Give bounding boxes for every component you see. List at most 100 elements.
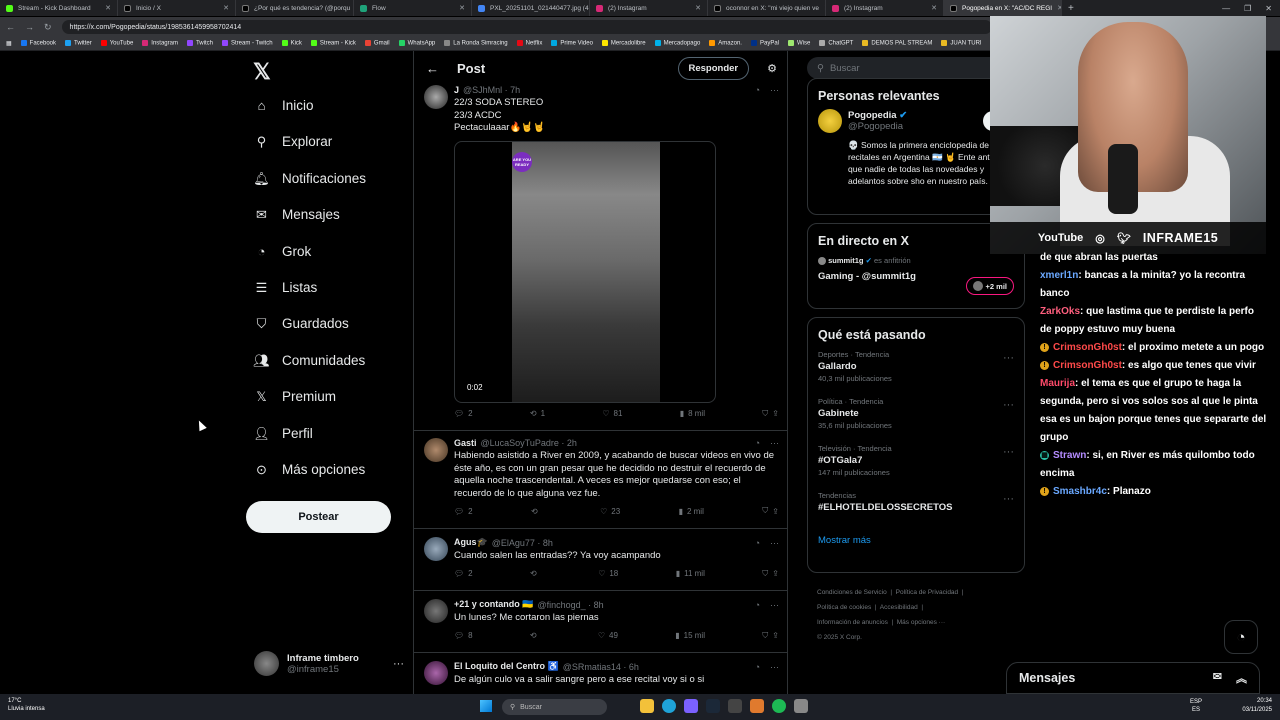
nav-item-notificaciones[interactable]: 🔔︎ Notificaciones: [253, 171, 366, 187]
share-icon[interactable]: ⇪: [772, 631, 779, 640]
browser-tab[interactable]: Stream - Kick Dashboard ✕: [0, 0, 118, 16]
nav-item-explorar[interactable]: ⚲ Explorar: [254, 134, 333, 150]
nav-item-grok[interactable]: ◔ Grok: [254, 244, 312, 259]
like-action[interactable]: ♡ 81: [602, 409, 622, 418]
minimize-icon[interactable]: —: [1222, 4, 1230, 13]
close-icon[interactable]: ✕: [105, 4, 111, 12]
bookmark-item[interactable]: Netflix: [516, 40, 542, 47]
forward-icon[interactable]: →: [25, 22, 34, 32]
bookmark-item[interactable]: YouTube: [100, 40, 133, 47]
steam-icon[interactable]: [706, 699, 720, 713]
nav-item-mas-opciones[interactable]: ⊙ Más opciones: [254, 462, 365, 478]
bookmark-item[interactable]: Stream - Kick: [310, 40, 356, 47]
messages-drawer[interactable]: Mensajes ✉ ︽: [1006, 662, 1260, 694]
share-icon[interactable]: ⇪: [772, 409, 779, 418]
avatar[interactable]: [424, 438, 448, 462]
more-icon[interactable]: ···: [770, 600, 779, 610]
retweet-action[interactable]: ⟲: [531, 507, 542, 516]
browser-tab-active[interactable]: Pogopedia en X: "AC/DC REGI✕: [944, 0, 1062, 16]
share-icon[interactable]: ⇪: [772, 507, 779, 516]
more-icon[interactable]: ···: [770, 438, 779, 448]
bookmark-item[interactable]: DEMOS PAL STREAM: [862, 40, 932, 47]
bookmark-action[interactable]: ⛉ ⇪: [762, 409, 779, 419]
start-icon[interactable]: [480, 700, 492, 712]
grok-icon[interactable]: ◔: [755, 538, 760, 548]
share-icon[interactable]: ⇪: [772, 569, 779, 578]
close-icon[interactable]: ✕: [459, 4, 465, 12]
footer-link[interactable]: Política de Privacidad: [896, 589, 959, 596]
browser-tab[interactable]: Flow ✕: [354, 0, 472, 16]
bookmark-item[interactable]: Stream - Twitch: [221, 40, 273, 47]
language-indicator[interactable]: ESP ES: [1190, 698, 1202, 714]
trend-item[interactable]: Tendencias #ELHOTELDELOSSECRETOS ···: [818, 491, 1014, 513]
like-action[interactable]: ♡ 23: [600, 507, 620, 516]
views-action[interactable]: ▮ 11 mil: [676, 569, 705, 578]
footer-link[interactable]: Accesibilidad: [880, 604, 918, 611]
account-switcher[interactable]: Inframe timbero @inframe15 ···: [254, 651, 404, 676]
nav-item-inicio[interactable]: ⌂ Inicio: [254, 98, 314, 113]
browser-tab[interactable]: PXL_20251101_021440477.jpg (4✕: [472, 0, 590, 16]
grok-icon[interactable]: ◔: [755, 85, 760, 95]
back-icon[interactable]: ←: [6, 22, 15, 32]
like-action[interactable]: ♡ 18: [598, 569, 618, 578]
footer-link[interactable]: Más opciones ···: [897, 619, 945, 626]
spotify-icon[interactable]: [772, 699, 786, 713]
bookmark-action[interactable]: ⛉ ⇪: [762, 569, 779, 579]
reply-tweet[interactable]: Agus🎓 @ElAgu77 · 8h ◔ ··· Cuando salen las …: [414, 529, 787, 591]
footer-link[interactable]: Información de anuncios: [817, 619, 888, 626]
close-window-icon[interactable]: ✕: [1265, 4, 1272, 13]
close-icon[interactable]: ✕: [931, 4, 937, 12]
x-logo-icon[interactable]: 𝕏: [253, 59, 271, 85]
bookmark-item[interactable]: Mercadolibre: [601, 40, 646, 47]
reply-tweet[interactable]: Gasti @LucaSoyTuPadre · 2h ◔ ··· Habiendo a…: [414, 431, 787, 529]
clock[interactable]: 20:34 03/11/2025: [1242, 697, 1272, 715]
nav-item-premium[interactable]: 𝕏 Premium: [254, 389, 336, 405]
trend-item[interactable]: Deportes · Tendencia Gallardo 40,3 mil pub…: [818, 350, 1014, 383]
more-icon[interactable]: ···: [393, 658, 404, 670]
url-input[interactable]: https://x.com/Pogopedia/status/198536145…: [61, 20, 992, 34]
nav-item-guardados[interactable]: ⛉ Guardados: [254, 316, 349, 332]
reply-action[interactable]: 💬︎ 8: [454, 631, 473, 640]
views-action[interactable]: ▮ 15 mil: [675, 631, 705, 640]
reply-action[interactable]: 💬︎ 2: [454, 507, 473, 516]
retweet-action[interactable]: ⟲: [530, 631, 541, 640]
avatar[interactable]: [424, 599, 448, 623]
close-icon[interactable]: ✕: [223, 4, 229, 12]
app-icon[interactable]: [750, 699, 764, 713]
nav-item-listas[interactable]: ☰ Listas: [254, 280, 318, 296]
profile-name[interactable]: Pogopedia: [848, 110, 897, 121]
bookmark-item[interactable]: Amazon.: [709, 40, 742, 47]
bookmark-item[interactable]: Kick: [281, 40, 302, 47]
avatar[interactable]: [424, 85, 448, 109]
nav-item-comunidades[interactable]: 👥︎ Comunidades: [253, 353, 365, 369]
more-icon[interactable]: ···: [770, 662, 779, 672]
reply-tweet[interactable]: +21 y contando 🇺🇦 @finchogd_ · 8h ◔ ··· Un …: [414, 591, 787, 653]
avatar[interactable]: [424, 537, 448, 561]
trend-item[interactable]: Televisión · Tendencia #OTGala7 147 mil pu…: [818, 444, 1014, 477]
app-icon[interactable]: [684, 699, 698, 713]
more-icon[interactable]: ···: [1003, 493, 1014, 505]
bookmark-item[interactable]: Gmail: [364, 40, 390, 47]
views-action[interactable]: ▮ 2 mil: [679, 507, 704, 516]
browser-tab[interactable]: Inicio / X ✕: [118, 0, 236, 16]
bookmark-item[interactable]: Instagram: [142, 40, 178, 47]
bookmark-item[interactable]: Prime Video: [551, 40, 593, 47]
edge-icon[interactable]: [662, 699, 676, 713]
post-button[interactable]: Postear: [246, 501, 391, 533]
more-icon[interactable]: ···: [1003, 352, 1014, 364]
reply-tweet[interactable]: J @SJhMnl · 7h ◔ ··· 22/3 SODA STEREO 23/3 …: [414, 85, 787, 431]
bookmark-action[interactable]: ⛉ ⇪: [762, 506, 779, 516]
maximize-icon[interactable]: ❐: [1244, 4, 1251, 13]
footer-link[interactable]: Política de cookies: [817, 604, 871, 611]
grok-icon[interactable]: ◔: [755, 600, 760, 610]
new-message-icon[interactable]: ✉: [1213, 670, 1222, 686]
reload-icon[interactable]: ↻: [44, 22, 52, 33]
bookmark-item[interactable]: Twitter: [65, 40, 92, 47]
filter-icon[interactable]: ⚙: [767, 62, 777, 75]
weather-widget[interactable]: 17°C Lluvia intensa: [8, 697, 45, 713]
trend-item[interactable]: Política · Tendencia Gabinete 35,6 mil pub…: [818, 397, 1014, 430]
more-icon[interactable]: ···: [770, 538, 779, 548]
browser-tab[interactable]: ¿Por qué es tendencia? (@porqu✕: [236, 0, 354, 16]
bookmark-item[interactable]: ChatGPT: [819, 40, 853, 47]
more-icon[interactable]: ···: [770, 85, 779, 95]
